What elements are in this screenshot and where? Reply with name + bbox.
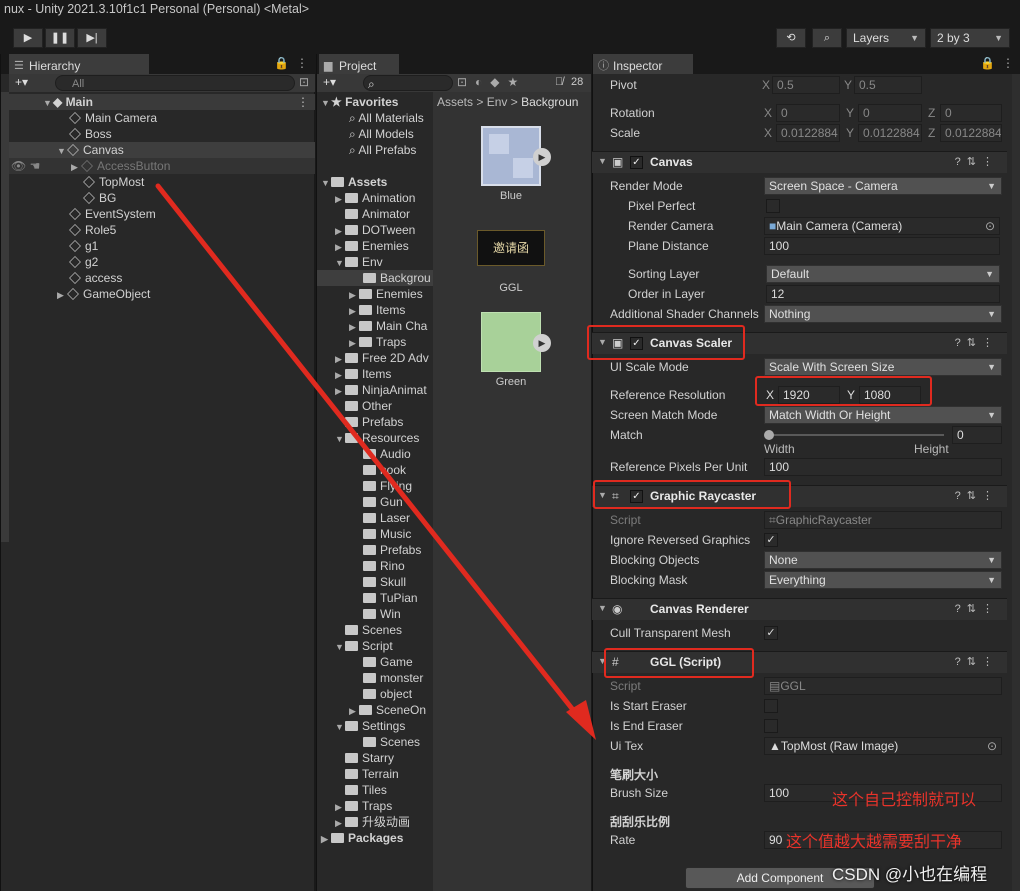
annotation-arrow xyxy=(155,183,596,740)
brush-note: 这个自己控制就可以 xyxy=(832,792,977,809)
arrow-line xyxy=(155,183,588,728)
watermark: CSDN @小也在编程 xyxy=(832,865,988,884)
rate-note: 这个值越大越需要刮干净 xyxy=(786,834,963,851)
